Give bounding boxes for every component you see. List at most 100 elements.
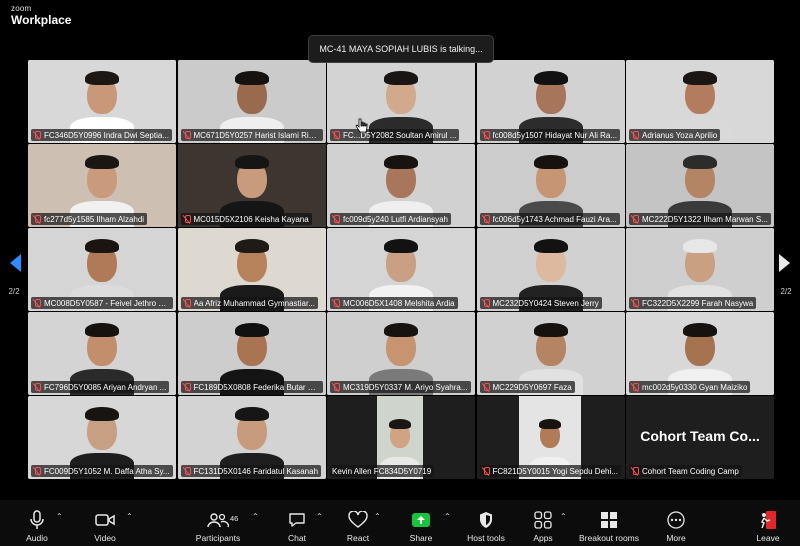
logo-big-text: Workplace [11,13,72,27]
hand-cursor-icon [355,118,368,133]
participant-name: FC821D5Y0015 Yogi Sepdu Dehi... [492,466,618,476]
participant-tile[interactable]: MC008D5Y0587 - Feivel Jethro E... [28,228,176,311]
muted-microphone-icon [482,130,490,140]
apps-grid-icon [534,509,552,531]
participant-tile[interactable]: MC232D5Y0424 Steven Jerry [476,228,625,311]
participant-name: MC015D5X2106 Keisha Kayana [193,214,309,224]
video-button[interactable]: Video [88,500,122,546]
participant-name: FC796D5Y0085 Ariyan Andryan ... [44,382,167,392]
participant-name: Adrianus Yoza Aprilio [642,130,718,140]
page-indicator-left: 2/2 [8,287,20,296]
share-button[interactable]: Share [406,500,436,546]
participant-hair [234,239,269,253]
participant-tile[interactable]: FC...D5Y2082 Soultan Amirul ... [327,60,475,143]
participant-name-label: MC015D5X2106 Keisha Kayana [180,213,312,225]
participant-name: MC008D5Y0587 - Feivel Jethro E... [44,298,170,308]
video-options-caret[interactable]: ⌃ [126,513,133,521]
participant-name-label: fc006d5y1743 Achmad Fauzi Ara... [479,213,620,225]
react-options-caret[interactable]: ⌃ [374,513,381,521]
talking-indicator: MC-41 MAYA SOPIAH LUBIS is talking... [308,35,494,63]
participant-name: fc277d5y1585 Ilham Alzahdi [44,214,145,224]
react-button[interactable]: React [342,500,374,546]
muted-microphone-icon [482,466,490,476]
more-dots-icon [667,509,685,531]
participant-hair [683,155,717,169]
participant-hair [538,419,561,429]
participant-tile[interactable]: MC006D5X1408 Melshita Ardia [327,228,475,311]
participant-display-name: Cohort Team Co... [640,428,760,444]
participant-tile[interactable]: FC322D5X2299 Farah Nasywa [626,228,774,311]
participant-name: Aa Afriz Muhammad Gymnastiar... [193,298,315,308]
participant-name-label: fc277d5y1585 Ilham Alzahdi [31,213,148,225]
participant-tile[interactable]: FC346D5Y0996 Indra Dwi Septia... [28,60,176,143]
participant-tile[interactable]: MC222D5Y1322 Ilham Marwan S... [626,144,774,227]
participant-tile[interactable]: MC015D5X2106 Keisha Kayana [177,144,326,227]
participant-name-label: FC...D5Y2082 Soultan Amirul ... [330,129,460,141]
apps-label: Apps [533,533,553,543]
chat-button[interactable]: Chat [283,500,311,546]
participant-tile[interactable]: FC189D5X0808 Federika Butar B... [177,312,326,395]
participant-tile[interactable]: MC319D5Y0337 M. Ariyo Syahra... [327,312,475,395]
muted-microphone-icon [332,130,340,140]
chat-options-caret[interactable]: ⌃ [316,513,323,521]
participant-tile[interactable]: Kevin Allen FC834D5Y0719 [327,396,475,479]
participant-name-label: MC232D5Y0424 Steven Jerry [479,297,602,309]
participant-name: fc009d5y240 Lutfi Ardiansyah [343,214,448,224]
breakout-rooms-label: Breakout rooms [579,533,639,543]
more-button[interactable]: More [662,500,690,546]
participant-tile[interactable]: FC796D5Y0085 Ariyan Andryan ... [28,312,176,395]
participant-tile[interactable]: FC009D5Y1052 M. Daffa Atha Sy... [28,396,176,479]
participant-tile[interactable]: fc009d5y240 Lutfi Ardiansyah [327,144,475,227]
host-tools-button[interactable]: Host tools [464,500,508,546]
participant-name-label: FC322D5X2299 Farah Nasywa [629,297,757,309]
participant-hair [683,239,717,253]
participant-hair [533,155,568,169]
participant-tile[interactable]: mc002d5y0330 Gyan Maiziko [626,312,774,395]
breakout-rooms-icon [600,509,618,531]
participant-tile[interactable]: Aa Afriz Muhammad Gymnastiar... [177,228,326,311]
participant-tile[interactable]: MC229D5Y0697 Faza [476,312,625,395]
muted-microphone-icon [631,298,639,308]
participants-button[interactable]: Participants [192,500,244,546]
breakout-rooms-button[interactable]: Breakout rooms [574,500,644,546]
participants-options-caret[interactable]: ⌃ [252,513,259,521]
participant-name-label: FC346D5Y0996 Indra Dwi Septia... [31,129,172,141]
participants-count: 46 [230,514,239,523]
host-tools-label: Host tools [467,533,505,543]
participant-name: MC006D5X1408 Melshita Ardia [343,298,455,308]
muted-microphone-icon [33,466,41,476]
participant-name: fc008d5y1507 Hidayat Nur Ali Ra... [492,130,618,140]
apps-options-caret[interactable]: ⌃ [560,513,567,521]
next-page-button[interactable]: 2/2 [772,236,800,296]
muted-microphone-icon [482,214,490,224]
participant-tile[interactable]: FC131D5X0146 Faridatul Kasanah [177,396,326,479]
participant-tile[interactable]: fc006d5y1743 Achmad Fauzi Ara... [476,144,625,227]
participant-name: FC322D5X2299 Farah Nasywa [642,298,754,308]
participant-name: mc002d5y0330 Gyan Maiziko [642,382,748,392]
participant-tile[interactable]: MC671D5Y0257 Harist Islami Rid... [177,60,326,143]
muted-microphone-icon [183,214,191,224]
participant-name-label: FC796D5Y0085 Ariyan Andryan ... [31,381,170,393]
audio-options-caret[interactable]: ⌃ [56,513,63,521]
muted-microphone-icon [631,466,639,476]
meeting-toolbar: Audio ⌃ Video ⌃ Participants 46 ⌃ Chat ⌃… [0,500,800,546]
participant-tile[interactable]: Cohort Team Co... Cohort Team Coding Camp [626,396,774,479]
leave-button[interactable]: Leave [754,500,782,546]
audio-button[interactable]: Audio [22,500,52,546]
share-label: Share [409,533,433,543]
share-options-caret[interactable]: ⌃ [444,513,451,521]
participant-name-label: Adrianus Yoza Aprilio [629,129,721,141]
previous-page-button[interactable]: 2/2 [0,236,28,296]
participant-name: Kevin Allen FC834D5Y0719 [332,466,432,476]
participant-tile[interactable]: fc277d5y1585 Ilham Alzahdi [28,144,176,227]
participant-tile[interactable]: fc008d5y1507 Hidayat Nur Ali Ra... [476,60,625,143]
participant-tile[interactable]: Adrianus Yoza Aprilio [626,60,774,143]
participant-name: Cohort Team Coding Camp [642,466,739,476]
participant-name-label: MC222D5Y1322 Ilham Marwan S... [629,213,771,225]
participant-name: FC346D5Y0996 Indra Dwi Septia... [44,130,169,140]
muted-microphone-icon [332,382,340,392]
participant-name-label: fc009d5y240 Lutfi Ardiansyah [330,213,451,225]
participant-tile[interactable]: FC821D5Y0015 Yogi Sepdu Dehi... [476,396,625,479]
apps-button[interactable]: Apps [529,500,557,546]
share-screen-icon [411,509,431,531]
